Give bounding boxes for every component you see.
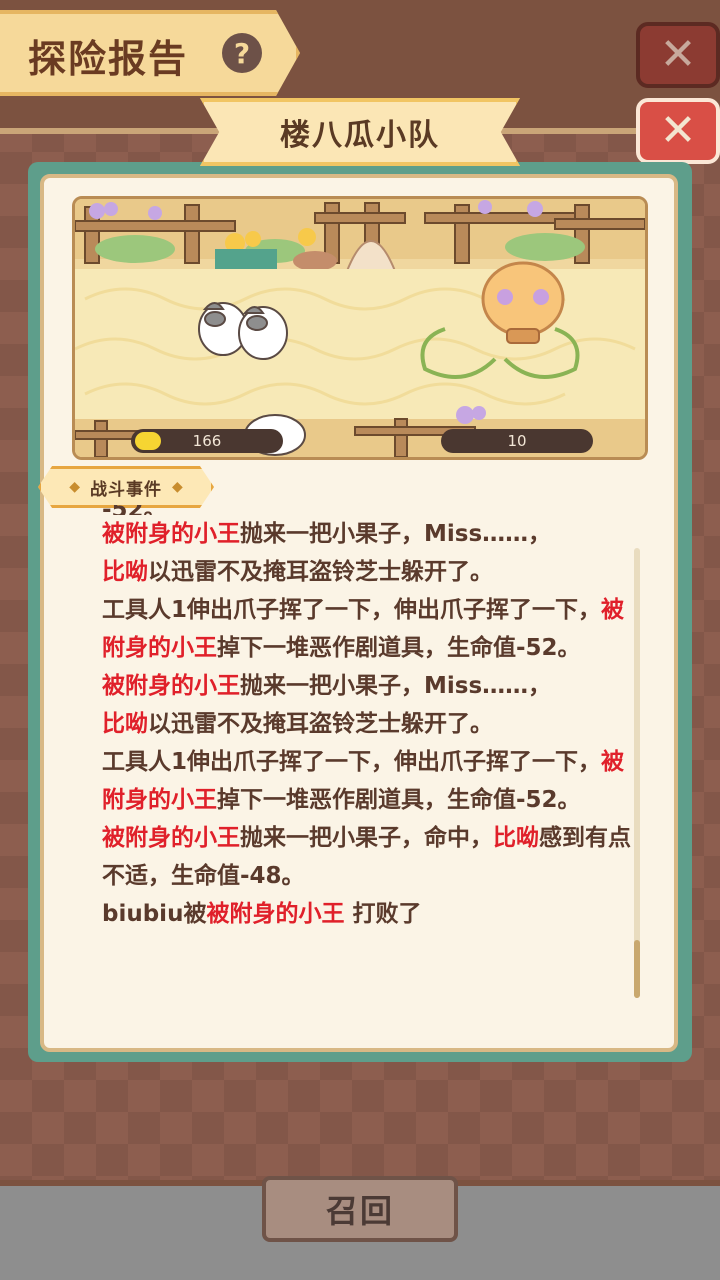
- log-partial-line: -52。: [102, 505, 632, 515]
- log-text: biubiu被: [102, 901, 207, 927]
- gold-counter: 166: [131, 429, 283, 453]
- diamond-icon: ◆: [172, 479, 183, 495]
- log-scrollbar[interactable]: [634, 548, 640, 998]
- enemy-value: 10: [507, 432, 527, 450]
- log-scrollbar-thumb[interactable]: [634, 940, 640, 998]
- close-button[interactable]: ✕: [636, 98, 720, 164]
- battle-scene-illustration: [75, 199, 645, 457]
- log-text: 工具人1伸出爪子挥了一下，伸出爪子挥了一下，: [102, 597, 602, 623]
- log-text: 掉下一堆恶作剧道具，生命值-52。: [217, 635, 581, 661]
- log-entry: 比呦以迅雷不及掩耳盗铃芝士躲开了。: [102, 705, 632, 743]
- log-text: 抛来一把小果子，命中，: [240, 825, 493, 851]
- close-icon: ✕: [659, 29, 697, 80]
- page-title: 探险报告: [28, 37, 189, 81]
- log-text: 抛来一把小果子，Miss……，: [240, 673, 552, 699]
- log-name-highlight: 被附身的小王: [102, 825, 240, 851]
- log-entry: 工具人1伸出爪子挥了一下，伸出爪子挥了一下，被附身的小王掉下一堆恶作剧道具，生命…: [102, 743, 632, 819]
- log-text: 抛来一把小果子，Miss……，: [240, 521, 552, 547]
- help-icon[interactable]: ?: [222, 33, 262, 73]
- recall-button-label: 召回: [325, 1192, 394, 1230]
- gold-value: 166: [192, 432, 222, 450]
- log-entry: 被附身的小王抛来一把小果子，Miss……，: [102, 515, 632, 553]
- log-text: 掉下一堆恶作剧道具，生命值-52。: [217, 787, 581, 813]
- close-button-background[interactable]: ✕: [636, 22, 720, 88]
- log-entry: 工具人1伸出爪子挥了一下，伸出爪子挥了一下，被附身的小王掉下一堆恶作剧道具，生命…: [102, 591, 632, 667]
- battle-events-label: 战斗事件: [90, 479, 162, 500]
- log-name-highlight: 比呦: [493, 825, 539, 851]
- log-entry: 被附身的小王抛来一把小果子，命中，比呦感到有点不适，生命值-48。: [102, 819, 632, 895]
- team-name: 楼八瓜小队: [280, 118, 440, 153]
- log-name-highlight: 被附身的小王: [102, 673, 240, 699]
- team-name-banner: 楼八瓜小队: [200, 98, 520, 166]
- battle-events-tag: ◆ 战斗事件 ◆: [38, 466, 214, 508]
- log-text: 以迅雷不及掩耳盗铃芝士躲开了。: [148, 711, 493, 737]
- log-text: 工具人1伸出爪子挥了一下，伸出爪子挥了一下，: [102, 749, 602, 775]
- log-name-highlight: 被附身的小王: [206, 901, 345, 927]
- log-name-highlight: 比呦: [102, 559, 148, 585]
- recall-button[interactable]: 召回: [262, 1176, 458, 1242]
- enemy-counter: 10: [441, 429, 593, 453]
- log-entry: 比呦以迅雷不及掩耳盗铃芝士躲开了。: [102, 553, 632, 591]
- log-entry: biubiu被被附身的小王 打败了: [102, 895, 632, 933]
- log-text: 以迅雷不及掩耳盗铃芝士躲开了。: [148, 559, 493, 585]
- diamond-icon: ◆: [69, 479, 80, 495]
- log-name-highlight: 被附身的小王: [102, 521, 240, 547]
- log-name-highlight: 比呦: [102, 711, 148, 737]
- log-text: 打败了: [344, 901, 422, 927]
- close-icon: ✕: [659, 105, 697, 156]
- battle-log[interactable]: -52。 被附身的小王抛来一把小果子，Miss……，比呦以迅雷不及掩耳盗铃芝士躲…: [102, 505, 632, 1025]
- log-entry: 被附身的小王抛来一把小果子，Miss……，: [102, 667, 632, 705]
- battle-scene: 166 10: [72, 196, 648, 460]
- coin-icon: [135, 432, 161, 450]
